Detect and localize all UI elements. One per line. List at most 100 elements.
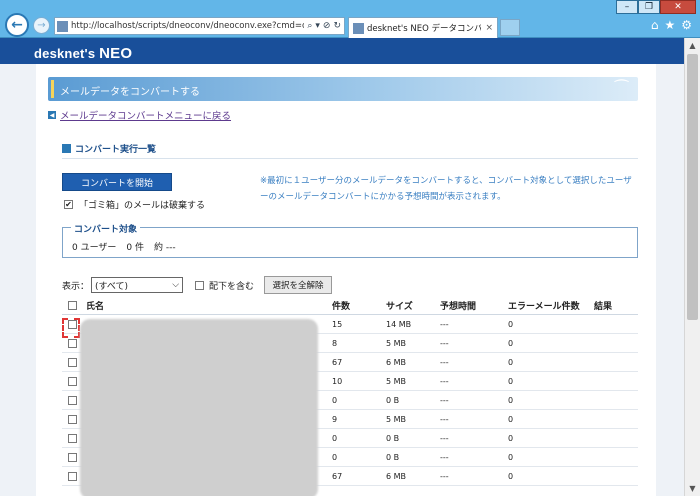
address-bar[interactable]: http://localhost/scripts/dneoconv/dneoco…	[54, 17, 345, 35]
tab-close-icon[interactable]: ×	[485, 23, 493, 33]
row-checkbox[interactable]	[68, 414, 77, 424]
bird-decoration-icon: ⁀	[615, 79, 628, 98]
page-scrollbar[interactable]: ▲ ▼	[684, 38, 700, 496]
new-tab-button[interactable]	[500, 19, 520, 36]
close-window-button[interactable]: ✕	[660, 0, 696, 14]
redacted-names	[80, 319, 318, 496]
row-time: ---	[440, 357, 449, 367]
refresh-icon[interactable]: ↻	[333, 21, 341, 31]
section-divider	[62, 158, 638, 159]
header-name[interactable]: 氏名	[86, 297, 104, 314]
row-time: ---	[440, 414, 449, 424]
scroll-down-icon[interactable]: ▼	[685, 481, 700, 496]
browser-chrome: – ❐ ✕ ← → http://localhost/scripts/dneoc…	[0, 0, 700, 38]
title-accent-stripe	[51, 80, 54, 98]
minimize-button[interactable]: –	[616, 0, 638, 14]
row-checkbox[interactable]	[68, 395, 77, 405]
include-sub-option[interactable]: 配下を含む	[195, 279, 254, 292]
trash-discard-option[interactable]: ✔ 「ゴミ箱」のメールは破棄する	[64, 198, 205, 211]
search-icon[interactable]: ⌕	[307, 21, 312, 31]
row-size: 0 B	[386, 433, 400, 443]
row-errors: 0	[508, 471, 514, 481]
row-checkbox-cell	[68, 353, 77, 371]
row-count: 10	[332, 376, 343, 386]
target-approx: 約 ---	[154, 243, 176, 253]
back-arrow-small-icon: ◀	[48, 111, 56, 119]
forward-arrow-icon[interactable]: →	[33, 17, 50, 34]
back-arrow-icon[interactable]: ←	[5, 13, 29, 37]
address-controls: ⌕ ▾ ⊘ ↻	[304, 21, 344, 31]
app-logo[interactable]: desknet's NEO	[34, 45, 132, 62]
row-count: 0	[332, 452, 338, 462]
convert-target-box: コンバート対象 0 ユーザー 0 件 約 ---	[62, 222, 638, 258]
row-count: 67	[332, 357, 343, 367]
row-count: 15	[332, 319, 343, 329]
row-time: ---	[440, 395, 449, 405]
row-errors: 0	[508, 376, 514, 386]
header-time: 予想時間	[440, 302, 477, 312]
section-heading: コンバート実行一覧	[62, 142, 156, 155]
row-time: ---	[440, 338, 449, 348]
start-convert-button[interactable]: コンバートを開始	[62, 173, 172, 191]
row-checkbox[interactable]	[68, 433, 77, 443]
settings-gear-icon[interactable]: ⚙	[681, 18, 692, 32]
row-size: 5 MB	[386, 338, 407, 348]
maximize-button[interactable]: ❐	[638, 0, 660, 14]
row-checkbox[interactable]	[68, 338, 77, 348]
row-count: 67	[332, 471, 343, 481]
row-size: 6 MB	[386, 357, 407, 367]
header-errors: エラーメール件数	[508, 302, 580, 312]
logo-prefix: desknet's	[34, 46, 100, 61]
row-time: ---	[440, 433, 449, 443]
scroll-thumb[interactable]	[687, 54, 698, 320]
row-count: 0	[332, 395, 338, 405]
content-area: メールデータをコンバートする ⁀ ◀ メールデータコンバートメニューに戻る コン…	[0, 64, 684, 496]
filter-select[interactable]: (すべて) ⌵	[91, 277, 184, 293]
row-checkbox-cell	[68, 429, 77, 447]
section-title: コンバート実行一覧	[75, 145, 157, 155]
browser-tab[interactable]: desknet's NEO データコンバ... ×	[348, 17, 498, 38]
row-time: ---	[440, 452, 449, 462]
address-url[interactable]: http://localhost/scripts/dneoconv/dneoco…	[71, 21, 304, 31]
row-count: 9	[332, 414, 338, 424]
logo-suffix: NEO	[99, 45, 133, 62]
row-checkbox[interactable]	[68, 471, 77, 481]
row-checkbox[interactable]	[68, 452, 77, 462]
row-checkbox-cell	[68, 372, 77, 390]
header-size[interactable]: サイズ	[386, 297, 413, 314]
row-size: 0 B	[386, 452, 400, 462]
header-count[interactable]: 件数	[332, 297, 350, 314]
filter-label: 表示：	[62, 281, 90, 292]
dropdown-icon[interactable]: ▾	[315, 21, 320, 31]
select-all-checkbox[interactable]	[68, 301, 77, 310]
trash-discard-checkbox[interactable]: ✔	[64, 200, 73, 209]
back-to-menu[interactable]: ◀ メールデータコンバートメニューに戻る	[48, 108, 231, 122]
row-errors: 0	[508, 319, 514, 329]
app-header: desknet's NEO	[0, 38, 684, 64]
row-time: ---	[440, 319, 449, 329]
row-size: 0 B	[386, 395, 400, 405]
page-title-bar: メールデータをコンバートする ⁀	[48, 77, 638, 101]
row-checkbox[interactable]	[68, 357, 77, 367]
row-size: 6 MB	[386, 471, 407, 481]
favorites-star-icon[interactable]: ★	[664, 18, 675, 32]
home-icon[interactable]: ⌂	[651, 18, 659, 32]
tab-title: desknet's NEO データコンバ...	[367, 24, 482, 34]
row-time: ---	[440, 376, 449, 386]
estimate-note: ※最初に１ユーザー分のメールデータをコンバートすると、コンバート対象として選択し…	[260, 176, 632, 202]
list-icon	[62, 144, 71, 153]
include-sub-checkbox[interactable]	[195, 280, 205, 290]
row-size: 5 MB	[386, 376, 407, 386]
compat-view-icon[interactable]: ⊘	[323, 21, 331, 31]
clear-selection-button[interactable]: 選択を全解除	[264, 276, 333, 294]
row-errors: 0	[508, 414, 514, 424]
scroll-up-icon[interactable]: ▲	[685, 38, 700, 53]
row-checkbox[interactable]	[68, 376, 77, 386]
select-all-checkbox-cell	[68, 297, 77, 314]
row-checkbox-cell	[68, 391, 77, 409]
row-errors: 0	[508, 452, 514, 462]
page-title: メールデータをコンバートする	[60, 87, 200, 98]
main-panel: メールデータをコンバートする ⁀ ◀ メールデータコンバートメニューに戻る コン…	[36, 64, 656, 496]
filter-selected-value: (すべて)	[95, 281, 129, 292]
back-to-menu-link[interactable]: メールデータコンバートメニューに戻る	[60, 108, 231, 122]
